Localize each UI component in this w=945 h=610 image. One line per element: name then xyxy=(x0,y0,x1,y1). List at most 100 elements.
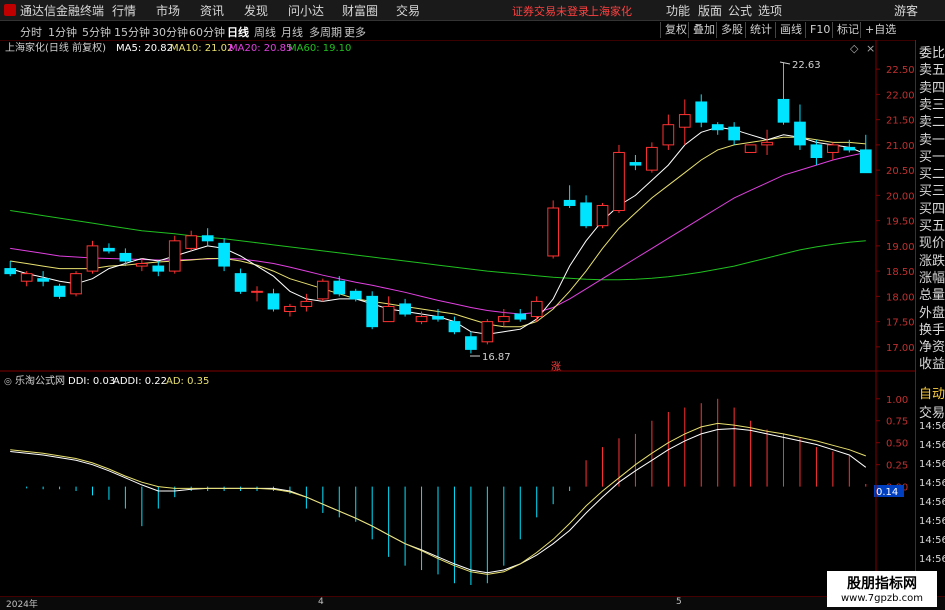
ma10-line xyxy=(10,136,866,328)
ma20-label: MA20: 20.85 xyxy=(229,43,292,54)
menu-hangqing[interactable]: 行情 xyxy=(112,2,136,19)
candle-body xyxy=(284,305,296,313)
menu-caifuquan[interactable]: 财富圈 xyxy=(342,2,378,19)
quote-label[interactable]: 买二 xyxy=(919,163,945,182)
candles xyxy=(4,62,872,354)
candle-body xyxy=(300,300,313,307)
candle-body xyxy=(218,242,230,267)
period-15min[interactable]: 15分钟 xyxy=(114,24,150,40)
trade-label[interactable]: 14:56 xyxy=(919,516,945,527)
btn-tongji[interactable]: 统计 xyxy=(745,22,772,38)
btn-fuquan[interactable]: 复权 xyxy=(660,22,687,38)
quote-label[interactable]: 买五 xyxy=(919,215,945,234)
candle-body xyxy=(86,245,99,272)
period-1min[interactable]: 1分钟 xyxy=(48,24,77,40)
candle-body xyxy=(316,280,329,300)
high-marker-label: 22.63 xyxy=(792,60,821,71)
period-5min[interactable]: 5分钟 xyxy=(82,24,111,40)
quote-label[interactable]: 买一 xyxy=(919,146,945,165)
btn-biaoji[interactable]: 标记 xyxy=(832,22,859,38)
trade-label[interactable]: 交易 xyxy=(919,402,945,421)
main-ytick-label: 19.00 xyxy=(886,242,915,253)
quote-label[interactable]: 卖三 xyxy=(919,94,945,113)
quote-label[interactable]: 买四 xyxy=(919,198,945,217)
main-ytick-label: 17.00 xyxy=(886,343,915,354)
candle-body xyxy=(761,141,773,146)
main-chart-title: 上海家化(日线 前复权) xyxy=(5,41,106,54)
trade-label[interactable]: 14:56 xyxy=(919,497,945,508)
ind-ytick-label: 0.50 xyxy=(886,439,908,450)
ma-lines xyxy=(10,126,866,335)
quote-label[interactable]: 换手 xyxy=(919,319,945,338)
period-monthly[interactable]: 月线 xyxy=(281,24,303,40)
trade-label[interactable]: 14:56 xyxy=(919,421,945,432)
trade-label[interactable]: 14:56 xyxy=(919,535,945,546)
candle-body xyxy=(695,101,708,123)
btn-diejia[interactable]: 叠加 xyxy=(688,22,715,38)
period-multi[interactable]: 多周期 xyxy=(309,24,342,40)
app-title: 通达信金融终端 xyxy=(20,4,105,18)
quote-label[interactable]: 现价 xyxy=(919,232,945,251)
settings-icon[interactable]: ◇ xyxy=(850,42,859,55)
period-more[interactable]: 更多 xyxy=(344,24,366,40)
menu-xuanxiang[interactable]: 选项 xyxy=(758,2,782,19)
ma60-line xyxy=(10,210,866,281)
period-weekly[interactable]: 周线 xyxy=(254,24,276,40)
menu-gongneng[interactable]: 功能 xyxy=(666,2,690,19)
period-daily[interactable]: 日线 xyxy=(227,24,249,40)
chart-area[interactable]: 上海家化(日线 前复权) MA5: 20.82 MA10: 21.02 MA20… xyxy=(0,40,915,596)
candle-body xyxy=(333,280,346,295)
period-60min[interactable]: 60分钟 xyxy=(189,24,225,40)
candle-body xyxy=(448,321,461,333)
candle-body xyxy=(415,316,428,323)
quote-label[interactable]: 收益 xyxy=(919,353,945,372)
quote-label[interactable]: 买三 xyxy=(919,180,945,199)
watermark-title: 股朋指标网 xyxy=(847,576,917,592)
watermark-logo: 股朋指标网 www.7gpzb.com xyxy=(827,571,937,607)
menu-gongshi[interactable]: 公式 xyxy=(728,2,752,19)
quote-label[interactable]: 卖二 xyxy=(919,111,945,130)
menu-jiaoyi[interactable]: 交易 xyxy=(396,2,420,19)
date-label-apr: 4 xyxy=(318,597,324,607)
close-icon[interactable]: × xyxy=(866,42,875,55)
candle-body xyxy=(810,144,823,159)
quote-label[interactable]: 卖四 xyxy=(919,77,945,96)
candle-body xyxy=(168,240,181,272)
quote-label[interactable]: 卖五 xyxy=(919,59,945,78)
quote-label[interactable]: 净资 xyxy=(919,336,945,355)
main-ytick-label: 17.50 xyxy=(886,318,915,329)
btn-duogu[interactable]: 多股 xyxy=(716,22,743,38)
menu-faxian[interactable]: 发现 xyxy=(244,2,268,19)
candle-body xyxy=(777,98,790,123)
trade-label[interactable]: 14:56 xyxy=(919,440,945,451)
guest-label[interactable]: 游客 xyxy=(894,2,918,19)
menu-banmian[interactable]: 版面 xyxy=(698,2,722,19)
menu-shichang[interactable]: 市场 xyxy=(156,2,180,19)
menu-zixun[interactable]: 资讯 xyxy=(200,2,224,19)
quote-label[interactable]: 卖一 xyxy=(919,129,945,148)
trade-label[interactable]: 14:56 xyxy=(919,554,945,565)
alert-stock[interactable]: 上海家化 xyxy=(588,3,632,19)
high-marker-line xyxy=(779,61,791,65)
login-alert[interactable]: 证券交易未登录 xyxy=(512,3,589,19)
indicator-grid: 0.000.250.500.751.00 xyxy=(876,395,908,494)
menu-bar: 通达信金融终端 行情 市场 资讯 发现 问小达 财富圈 交易 证券交易未登录 上… xyxy=(0,0,945,21)
quote-label[interactable]: 涨幅 xyxy=(919,267,945,286)
ind-ytick-label: 1.00 xyxy=(886,395,908,406)
trade-label[interactable]: 14:56 xyxy=(919,478,945,489)
quote-label[interactable]: 外盘 xyxy=(919,302,945,321)
trade-label[interactable]: 14:56 xyxy=(919,459,945,470)
btn-zixuan[interactable]: +自选 xyxy=(860,22,896,38)
btn-huaxian[interactable]: 画线 xyxy=(775,22,802,38)
candle-body xyxy=(20,273,33,282)
period-fenshi[interactable]: 分时 xyxy=(20,24,42,40)
btn-f10[interactable]: F10 xyxy=(805,22,830,38)
candle-body xyxy=(382,305,395,323)
date-label-2024: 2024年 xyxy=(6,600,38,610)
quote-label[interactable]: 委比 xyxy=(919,42,945,61)
trade-label[interactable]: 自动 xyxy=(919,383,945,402)
period-30min[interactable]: 30分钟 xyxy=(152,24,188,40)
quote-label[interactable]: 总量 xyxy=(919,284,945,303)
menu-wenxiaoda[interactable]: 问小达 xyxy=(288,2,324,19)
quote-label[interactable]: 涨跌 xyxy=(919,250,945,269)
